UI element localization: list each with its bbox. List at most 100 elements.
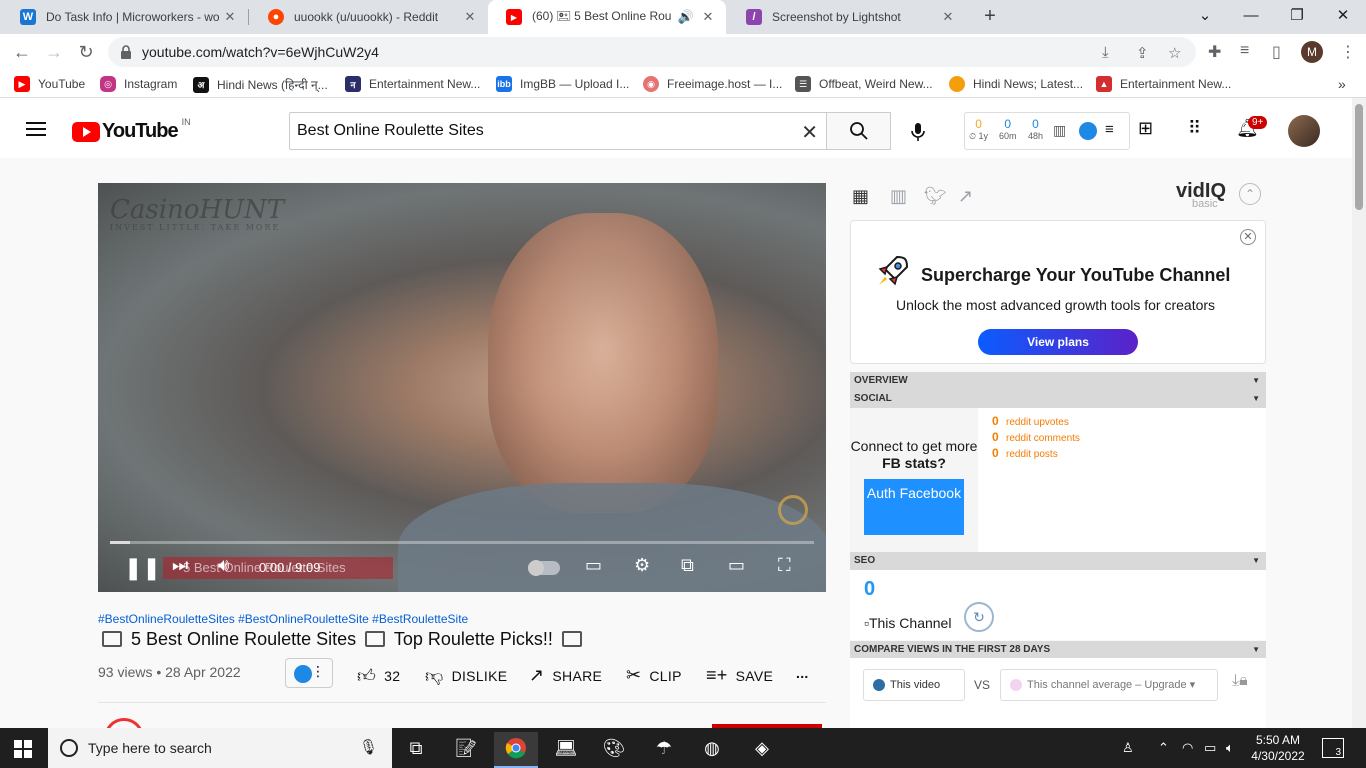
video-player[interactable]: CasinoHUNT INVEST LITTLE. TAKE MORE 5 Bes… — [98, 183, 826, 592]
miniplayer-icon[interactable]: ⧉ — [681, 555, 694, 576]
paint3d-icon[interactable]: ☂ — [642, 732, 686, 768]
taskbar-search-box[interactable]: Type here to search 🎙︎ — [48, 728, 392, 768]
autoplay-toggle[interactable] — [528, 560, 560, 576]
address-bar[interactable]: youtube.com/watch?v=6eWjhCuW2y4 ⤓ ⇪ ☆ — [108, 37, 1196, 67]
system-clock[interactable]: 5:50 AM 4/30/2022 — [1248, 732, 1308, 764]
search-input[interactable] — [290, 113, 770, 149]
close-window-button[interactable]: ✕ — [1320, 0, 1366, 34]
save-button[interactable]: ≡+ SAVE — [706, 665, 773, 686]
this-video-selector[interactable]: This video — [863, 669, 965, 701]
settings-gear-icon[interactable]: ⚙ — [634, 555, 650, 576]
vidiq-icon[interactable] — [1079, 122, 1097, 140]
pause-icon[interactable]: ❚❚ — [124, 555, 161, 581]
progress-bar[interactable] — [110, 541, 814, 544]
video-hashtags[interactable]: #BestOnlineRouletteSites #BestOnlineRoul… — [98, 612, 468, 626]
guide-menu-icon[interactable] — [26, 122, 46, 136]
bookmark-star-icon[interactable]: ☆ — [1168, 44, 1181, 62]
vidiq-video-button[interactable]: ⋮ — [285, 658, 333, 688]
compare-section-header[interactable]: COMPARE VIEWS IN THE FIRST 28 DAYS ▼ — [850, 641, 1266, 659]
restore-button[interactable]: ❐ — [1274, 0, 1320, 34]
vidiq-menu-icon[interactable]: ≡ — [1105, 121, 1114, 138]
wifi-icon[interactable]: ◠ — [1182, 740, 1193, 756]
twitter-icon[interactable]: 🐦︎ — [924, 186, 948, 208]
close-tab-icon[interactable]: ✕ — [700, 9, 716, 25]
tab-search-icon[interactable]: ⌄ — [1182, 0, 1228, 34]
page-scrollbar[interactable] — [1352, 98, 1366, 728]
lock-icon[interactable] — [120, 45, 132, 59]
install-app-icon[interactable]: ⤓ — [1102, 44, 1109, 61]
channel-average-selector[interactable]: This channel average – Upgrade ▾ — [1000, 669, 1218, 701]
windows-start-icon[interactable] — [14, 740, 32, 758]
reload-button[interactable]: ↻ — [72, 38, 100, 66]
fullscreen-icon[interactable]: ⛶ — [778, 555, 791, 576]
dashboard-grid-icon[interactable]: ▦ — [852, 186, 876, 208]
new-tab-button[interactable]: + — [978, 5, 1002, 29]
bookmark-item[interactable]: न Entertainment New... — [345, 76, 480, 92]
bar-chart-icon[interactable]: ▥ — [1053, 122, 1066, 139]
auth-facebook-button[interactable]: Auth Facebook — [864, 479, 964, 535]
share-icon[interactable]: ⇪ — [1136, 44, 1149, 62]
close-promo-icon[interactable]: ✕ — [1240, 229, 1256, 245]
theater-mode-icon[interactable]: ▭ — [728, 555, 745, 576]
clip-button[interactable]: ✂ CLIP — [626, 665, 682, 686]
dislike-button[interactable]: 👎︎ DISLIKE — [425, 665, 507, 687]
account-avatar[interactable] — [1288, 115, 1320, 147]
like-button[interactable]: 👍︎ 32 — [357, 665, 400, 687]
apps-grid-icon[interactable]: ⠿ — [1188, 118, 1201, 139]
profile-avatar[interactable]: M — [1301, 41, 1323, 63]
more-actions-button[interactable]: ... — [796, 665, 809, 681]
tab-lightshot[interactable]: / Screenshot by Lightshot ✕ — [728, 0, 966, 34]
tab-youtube-video[interactable]: ▶ (60) 🖭 5 Best Online Roulet 🔊 ✕ — [488, 0, 726, 34]
share-button[interactable]: ↗ SHARE — [529, 665, 602, 686]
bookmark-item[interactable]: अ Hindi News (हिन्दी न्... — [193, 76, 328, 93]
search-button[interactable] — [827, 112, 891, 150]
extensions-puzzle-icon[interactable]: ✚ — [1208, 42, 1221, 62]
notepad-icon[interactable]: 📝︎ — [444, 732, 488, 768]
battery-icon[interactable]: ▭ — [1204, 740, 1216, 756]
bookmark-item[interactable]: ibb ImgBB — Upload I... — [496, 76, 629, 92]
clear-search-icon[interactable]: ✕ — [801, 120, 818, 145]
subtitles-icon[interactable]: ▭ — [585, 555, 602, 576]
locked-download-icon[interactable]: ⤓🔒︎ — [1232, 672, 1248, 690]
stats-bars-icon[interactable]: ▥ — [890, 186, 914, 208]
bookmark-item[interactable]: ▶ YouTube — [14, 76, 85, 92]
minimize-button[interactable]: — — [1228, 0, 1274, 34]
close-tab-icon[interactable]: ✕ — [940, 9, 956, 25]
collapse-panel-icon[interactable]: ⌃ — [1239, 183, 1261, 205]
tab-reddit[interactable]: ● uuookk (u/uuookk) - Reddit ✕ — [250, 0, 488, 34]
bookmark-item[interactable]: ▲ Entertainment New... — [1096, 76, 1231, 92]
chrome-taskbar-icon[interactable] — [494, 732, 538, 768]
audio-playing-icon[interactable]: 🔊 — [672, 9, 700, 25]
view-plans-button[interactable]: View plans — [978, 329, 1138, 355]
browser-app-icon[interactable]: ◍ — [690, 732, 734, 768]
desktop-app-icon[interactable]: 💻︎ — [544, 732, 588, 768]
menu-kebab-icon[interactable]: ⋮ — [1340, 42, 1356, 62]
action-center-icon[interactable]: 3 — [1322, 738, 1344, 758]
social-section-header[interactable]: SOCIAL ▼ — [850, 390, 1266, 408]
bookmark-item[interactable]: ◎ Instagram — [100, 76, 177, 92]
forward-button[interactable]: → — [40, 38, 68, 66]
people-icon[interactable]: ♙ — [1122, 740, 1134, 756]
seo-section-header[interactable]: SEO ▼ — [850, 552, 1266, 570]
trend-up-icon[interactable]: ↗ — [958, 186, 982, 208]
paint-icon[interactable]: 🎨︎ — [592, 732, 636, 768]
speaker-icon[interactable]: 🔈︎ — [1226, 740, 1234, 756]
bookmark-item[interactable]: ☰ Offbeat, Weird New... — [795, 76, 933, 92]
bookmark-item[interactable]: ◉ Freeimage.host — I... — [643, 76, 782, 92]
scrollbar-thumb[interactable] — [1355, 104, 1363, 210]
refresh-icon[interactable]: ↻ — [964, 602, 994, 632]
overview-section-header[interactable]: OVERVIEW ▼ — [850, 372, 1266, 390]
volume-icon[interactable]: 🔊︎ — [218, 555, 229, 576]
task-view-icon[interactable]: ⧉ — [394, 732, 438, 768]
bookmarks-overflow-button[interactable]: » — [1338, 76, 1346, 92]
photo-app-icon[interactable]: ◈ — [740, 732, 784, 768]
tab-microworkers[interactable]: W Do Task Info | Microworkers - wo ✕ — [2, 0, 248, 34]
back-button[interactable]: ← — [8, 38, 36, 66]
show-hidden-icons-chevron-icon[interactable]: ⌃ — [1158, 740, 1169, 756]
close-tab-icon[interactable]: ✕ — [462, 9, 478, 25]
close-tab-icon[interactable]: ✕ — [222, 9, 238, 25]
voice-search-button[interactable] — [902, 116, 934, 148]
taskbar-mic-icon[interactable]: 🎙︎ — [359, 738, 378, 756]
create-video-icon[interactable]: ⊞ — [1138, 118, 1153, 139]
search-box[interactable]: ✕ — [289, 112, 827, 150]
